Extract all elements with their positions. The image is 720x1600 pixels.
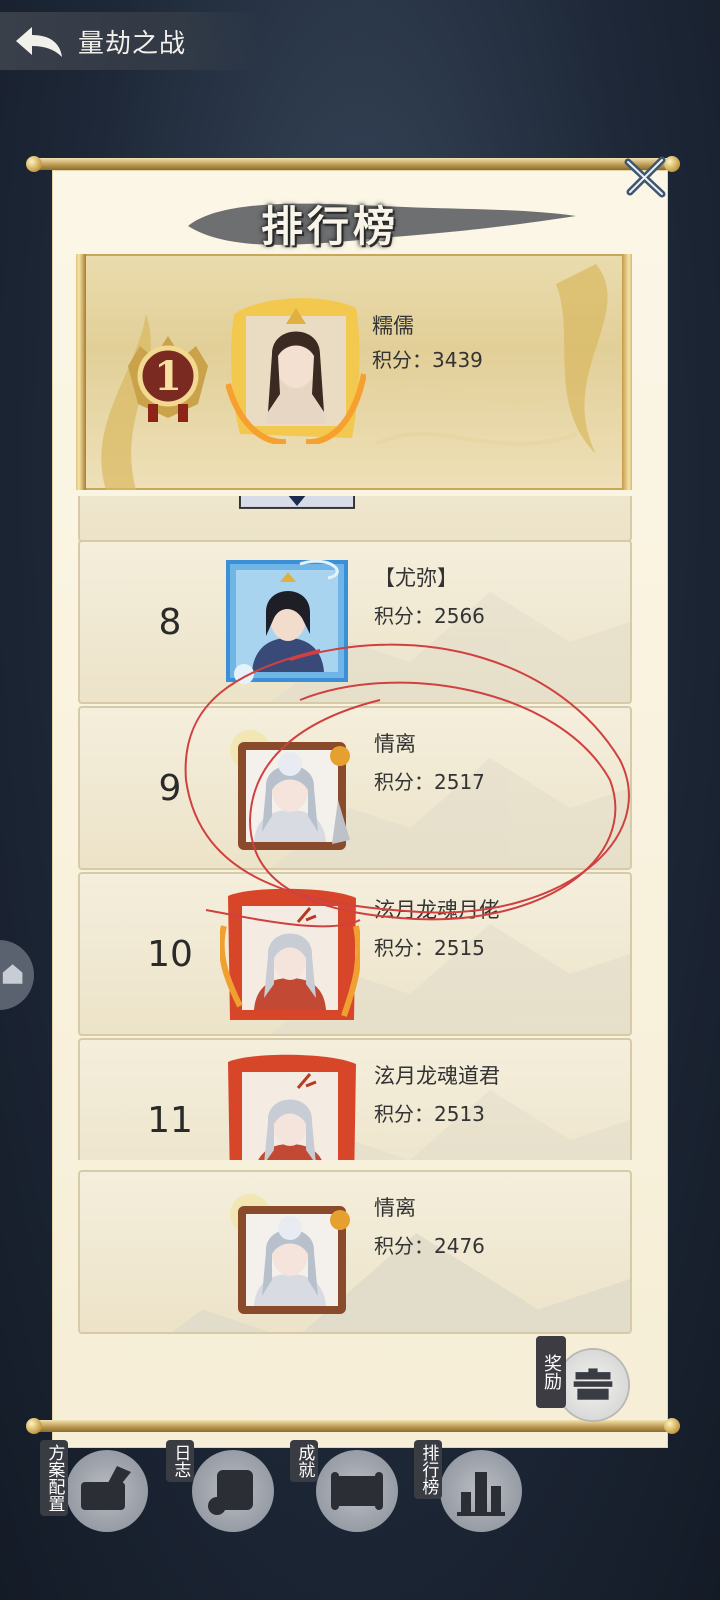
player-name: 泫月龙魂月佬 [374, 898, 500, 922]
reward-button[interactable]: 奖励 [536, 1336, 632, 1422]
player-name: 情离 [374, 732, 416, 756]
rank-1-number: 1 [154, 352, 182, 400]
player-name: 糯儒 [372, 314, 414, 338]
rank-number: 11 [147, 1099, 193, 1141]
avatar-dragon-frame[interactable] [220, 1052, 360, 1160]
player-name: 【尤弥】 [374, 566, 458, 590]
ranking-list[interactable]: 8 【尤弥】 积分：2566 9 情离 积分：2517 10 泫月龙魂月佬 积分… [70, 496, 644, 1160]
home-button[interactable] [0, 940, 34, 1010]
nav-label: 排行榜 [414, 1440, 442, 1499]
nav-label: 成就 [290, 1440, 318, 1482]
reward-label: 奖励 [536, 1336, 566, 1408]
my-rank-row[interactable]: 9 情离 积分：2476 [78, 1170, 632, 1334]
rank-number: 8 [158, 601, 182, 643]
scroll-knob [26, 156, 42, 172]
bottom-navigation: 方案配置 日志 成就 排行榜 [0, 1430, 720, 1600]
page-title: 量劫之战 [78, 28, 187, 59]
ranking-row-partial [78, 496, 632, 542]
scroll-handle [622, 254, 632, 490]
treasure-chest-icon [573, 1368, 613, 1400]
avatar-dragon-frame[interactable] [220, 886, 360, 1026]
avatar-flame-frame[interactable] [226, 294, 366, 444]
reward-circle[interactable] [558, 1350, 628, 1420]
ranking-row[interactable]: 9 情离 积分：2517 [78, 706, 632, 870]
nav-label: 方案配置 [40, 1440, 68, 1516]
ranking-row[interactable]: 11 泫月龙魂道君 积分：2513 [78, 1038, 632, 1160]
avatar-moon-frame[interactable] [220, 1184, 360, 1324]
nav-item-achievement[interactable]: 成就 [290, 1440, 410, 1560]
scroll-rod-top [30, 158, 680, 170]
rolled-scroll-icon [331, 1472, 383, 1510]
nav-item-log[interactable]: 日志 [166, 1440, 286, 1560]
ranking-row[interactable]: 10 泫月龙魂月佬 积分：2515 [78, 872, 632, 1036]
top-rank-banner: 1 糯儒 积分：3439 [76, 254, 632, 490]
nav-label: 日志 [166, 1440, 194, 1482]
player-score: 积分：3439 [372, 348, 483, 372]
nav-item-plan-config[interactable]: 方案配置 [40, 1440, 160, 1560]
back-arrow-icon[interactable] [10, 21, 70, 61]
player-name: 泫月龙魂道君 [374, 1064, 500, 1088]
ranking-row[interactable]: 8 【尤弥】 积分：2566 [78, 540, 632, 704]
scroll-icon [208, 1470, 253, 1515]
nav-item-leaderboard[interactable]: 排行榜 [414, 1440, 534, 1560]
bar-chart-icon [457, 1472, 505, 1516]
rank-number: 10 [147, 933, 193, 975]
player-score: 积分：2513 [374, 1102, 485, 1126]
scroll-handle [76, 254, 86, 490]
player-name: 情离 [374, 1196, 416, 1220]
house-icon [2, 964, 23, 984]
rank-number: 9 [158, 767, 182, 809]
player-score: 积分：2517 [374, 770, 485, 794]
close-x-icon[interactable] [622, 154, 668, 200]
top-bar: 量劫之战 [0, 12, 260, 70]
avatar-blue-frame[interactable] [220, 554, 360, 694]
avatar-frame-partial [238, 496, 356, 509]
avatar-moon-frame[interactable] [220, 720, 360, 860]
panel-title: 排行榜 [260, 201, 399, 251]
player-score: 积分：2515 [374, 936, 485, 960]
player-score: 积分：2476 [374, 1234, 485, 1258]
scroll-brush-icon [81, 1466, 131, 1510]
player-score: 积分：2566 [374, 604, 485, 628]
